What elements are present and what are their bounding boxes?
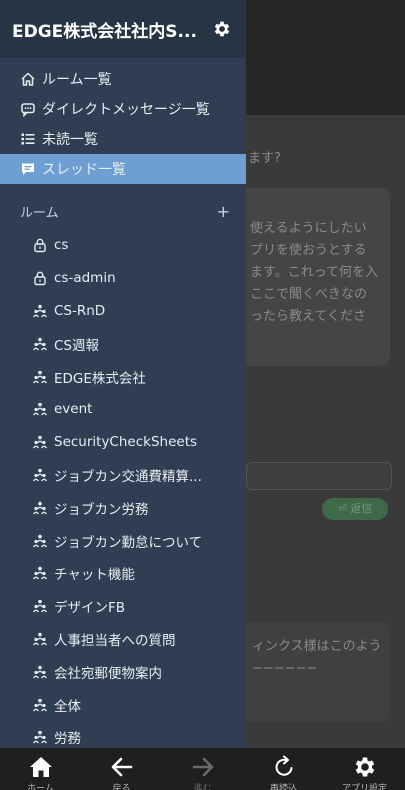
room-item[interactable]: デザインFB (0, 590, 246, 623)
arrow-left-icon (111, 757, 132, 777)
room-item[interactable]: 会社宛郵便物案内 (0, 655, 246, 688)
group-icon (32, 369, 48, 385)
rooms-heading: ルーム (20, 205, 59, 221)
room-label: cs (54, 237, 69, 254)
group-icon (32, 664, 48, 680)
room-label: チャット機能 (54, 567, 135, 584)
background-send-button: ⏎ 返信 (322, 498, 388, 520)
room-item[interactable]: EDGE株式会社 (0, 360, 246, 393)
sidebar: EDGE株式会社社内S... ルーム一覧 ダイレクトメッセージ一覧 未読一覧 ス… (0, 0, 246, 780)
room-label: SecurityCheckSheets (54, 434, 198, 451)
bottom-toolbar: ホーム 戻る 進む 再読込 アプリ設定 (0, 748, 405, 790)
room-item[interactable]: ジョブカン労務 (0, 491, 246, 524)
background-card-text: 使えるようにしたい プリを使おうとする ます。これって何を入 ここで聞くべきなの… (250, 221, 379, 324)
group-icon (32, 565, 48, 581)
group-icon (32, 697, 48, 713)
room-item[interactable]: ジョブカン交通費精算... (0, 459, 246, 492)
group-icon (32, 434, 48, 450)
room-label: 労務 (54, 731, 81, 748)
background-input (246, 462, 392, 490)
room-label: CS週報 (54, 337, 99, 354)
lock-icon (32, 237, 48, 253)
room-item[interactable]: SecurityCheckSheets (0, 426, 246, 459)
room-label: cs-admin (54, 270, 116, 287)
nav-direct-messages[interactable]: ダイレクトメッセージ一覧 (0, 94, 246, 124)
room-label: event (54, 401, 93, 418)
room-item[interactable]: CS週報 (0, 327, 246, 360)
nav-rooms-label: ルーム一覧 (42, 72, 112, 88)
room-item[interactable]: cs-admin (0, 262, 246, 295)
room-label: 人事担当者への質問 (54, 632, 176, 649)
background-card-2-text: ィンクス様はこのよう −−−−−− (252, 639, 382, 676)
room-label: ジョブカン労務 (54, 501, 149, 518)
room-label: CS-RnD (54, 302, 106, 319)
reload-button[interactable]: 再読込 (254, 754, 314, 790)
sidebar-nav: ルーム一覧 ダイレクトメッセージ一覧 未読一覧 スレッド一覧 (0, 58, 246, 184)
home-outline-icon (20, 71, 36, 87)
gear-icon (355, 757, 374, 777)
group-icon (32, 401, 48, 417)
group-icon (32, 303, 48, 319)
group-icon (32, 729, 48, 745)
dm-chat-icon (20, 101, 36, 117)
room-item[interactable]: ジョブカン勤怠について (0, 524, 246, 557)
lock-icon (32, 270, 48, 286)
room-item[interactable]: cs (0, 229, 246, 262)
group-icon (32, 631, 48, 647)
home-icon (29, 757, 52, 777)
group-icon (32, 467, 48, 483)
nav-rooms[interactable]: ルーム一覧 (0, 64, 246, 94)
home-button[interactable]: ホーム (11, 754, 71, 790)
gear-icon[interactable] (212, 19, 232, 39)
add-room-button[interactable]: + (217, 202, 230, 221)
room-label: EDGE株式会社 (54, 370, 146, 387)
nav-threads-label: スレッド一覧 (42, 162, 126, 178)
group-icon (32, 533, 48, 549)
back-button[interactable]: 戻る (92, 754, 152, 790)
app-settings-button[interactable]: アプリ設定 (335, 754, 395, 790)
group-icon (32, 336, 48, 352)
room-label: ジョブカン交通費精算... (54, 468, 202, 485)
forward-button[interactable]: 進む (173, 754, 233, 790)
sidebar-header: EDGE株式会社社内S... (0, 0, 246, 58)
room-item[interactable]: 人事担当者への質問 (0, 623, 246, 656)
room-label: デザインFB (54, 600, 126, 617)
arrow-right-icon (192, 757, 213, 777)
room-item[interactable]: チャット機能 (0, 557, 246, 590)
reload-icon (275, 755, 292, 776)
nav-unread-label: 未読一覧 (42, 132, 98, 148)
room-label: 全体 (54, 698, 81, 715)
thread-icon (20, 161, 36, 177)
background-text: ます? (248, 151, 281, 166)
room-label: 会社宛郵便物案内 (54, 665, 162, 682)
nav-threads[interactable]: スレッド一覧 (0, 154, 246, 184)
workspace-title: EDGE株式会社社内S... (12, 21, 197, 42)
room-label: ジョブカン勤怠について (54, 534, 203, 551)
nav-unread[interactable]: 未読一覧 (0, 124, 246, 154)
group-icon (32, 598, 48, 614)
room-item[interactable]: CS-RnD (0, 295, 246, 328)
nav-direct-messages-label: ダイレクトメッセージ一覧 (42, 102, 210, 118)
room-list: cs cs-admin CS-RnD CS週報 EDGE株式会社 event Securit… (0, 229, 246, 787)
rooms-section-header: ルーム + (0, 196, 246, 226)
list-icon (20, 131, 36, 147)
room-item[interactable]: event (0, 393, 246, 426)
room-item[interactable]: 全体 (0, 688, 246, 721)
group-icon (32, 500, 48, 516)
